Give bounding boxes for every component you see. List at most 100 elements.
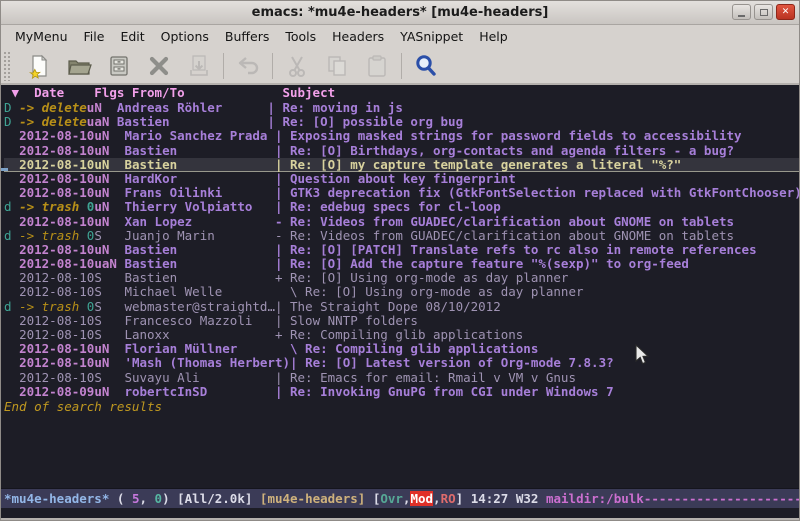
- from-cell: Bastien: [124, 157, 275, 172]
- menu-item-headers[interactable]: Headers: [324, 27, 392, 46]
- table-row[interactable]: d -> trash 0uN Thierry Volpiatto | Re: e…: [4, 200, 799, 214]
- from-cell: Frans Oilinki: [124, 185, 275, 200]
- table-row[interactable]: 2012-08-10uN Bastien | Re: [O] my captur…: [4, 158, 799, 172]
- menubar: MyMenuFileEditOptionsBuffersToolsHeaders…: [1, 25, 799, 48]
- table-row[interactable]: 2012-08-10uN Bastien | Re: [O] [PATCH] T…: [4, 243, 799, 257]
- cut-button[interactable]: [277, 51, 317, 81]
- table-row[interactable]: D -> deleteuN Andreas Röhler | Re: movin…: [4, 101, 799, 115]
- from-cell: webmaster@straightd…: [124, 299, 275, 314]
- mark-suffix: 0: [79, 228, 94, 243]
- from-cell: Bastien: [124, 242, 275, 257]
- menu-item-yasnippet[interactable]: YASnippet: [392, 27, 471, 46]
- copy-button[interactable]: [317, 51, 357, 81]
- subject-cell: | Exposing masked strings for password f…: [275, 128, 742, 143]
- date-cell: 2012-08-10: [19, 370, 94, 385]
- table-row[interactable]: 2012-08-10S Lanoxx + Re: Compiling glib …: [4, 328, 799, 342]
- table-row[interactable]: 2012-08-10uN Mario Sanchez Prada | Expos…: [4, 129, 799, 143]
- flags-cell: uN: [87, 100, 117, 115]
- menu-item-mymenu[interactable]: MyMenu: [7, 27, 76, 46]
- date-cell: 2012-08-09: [19, 384, 94, 399]
- flags-cell: uN: [94, 242, 124, 257]
- subject-cell: | Re: [O] Birthdays, org-contacts and ag…: [275, 143, 734, 158]
- titlebar[interactable]: emacs: *mu4e-headers* [mu4e-headers] ✕: [1, 1, 799, 25]
- minimize-icon: [738, 15, 745, 17]
- menu-item-options[interactable]: Options: [153, 27, 217, 46]
- table-row[interactable]: D -> deleteuaN Bastien | Re: [O] possibl…: [4, 115, 799, 129]
- table-row[interactable]: 2012-08-10S Francesco Mazzoli | Slow NNT…: [4, 314, 799, 328]
- menu-item-file[interactable]: File: [76, 27, 113, 46]
- close-file-button[interactable]: [139, 51, 179, 81]
- menu-item-tools[interactable]: Tools: [277, 27, 324, 46]
- modeline-window-id: W32: [516, 491, 539, 506]
- subject-cell: - Re: Videos from GUADEC/clarification a…: [275, 228, 734, 243]
- echo-area[interactable]: [1, 508, 799, 520]
- undo-button[interactable]: [228, 51, 268, 81]
- from-cell: Lanoxx: [124, 327, 275, 342]
- menu-item-edit[interactable]: Edit: [112, 27, 152, 46]
- toolbar-grip-handle[interactable]: [3, 51, 11, 81]
- mark-target-label: -> trash: [19, 199, 79, 214]
- mark-char: [4, 327, 19, 342]
- save-as-icon: [186, 53, 212, 79]
- flags-cell: uN: [94, 143, 124, 158]
- table-row[interactable]: 2012-08-10uN Bastien | Re: [O] Birthdays…: [4, 144, 799, 158]
- table-row[interactable]: 2012-08-10uN HardKor | Question about ke…: [4, 172, 799, 186]
- modeline[interactable]: *mu4e-headers* ( 5, 0) [All/2.0k] [mu4e-…: [1, 488, 799, 508]
- flags-cell: S: [94, 284, 124, 299]
- from-cell: Andreas Röhler: [117, 100, 268, 115]
- table-row[interactable]: 2012-08-10uN Florian Müllner \ Re: Compi…: [4, 342, 799, 356]
- table-row[interactable]: 2012-08-10S Bastien + Re: [O] Using org-…: [4, 271, 799, 285]
- save-as-button[interactable]: [179, 51, 219, 81]
- subject-cell: \ Re: [O] Using org-mode as day planner: [275, 284, 584, 299]
- column-headers[interactable]: ▼ Date Flgs From/To Subject: [4, 85, 799, 101]
- new-file-icon: [26, 53, 52, 79]
- search-button[interactable]: [406, 51, 446, 81]
- toolbar: [1, 48, 799, 85]
- flags-cell: uN: [94, 199, 124, 214]
- save-button[interactable]: [99, 51, 139, 81]
- table-row[interactable]: 2012-08-10uN 'Mash (Thomas Herbert)| Re:…: [4, 356, 799, 370]
- menu-item-help[interactable]: Help: [471, 27, 516, 46]
- subject-cell: | Re: [O] possible org bug: [267, 114, 463, 129]
- from-cell: Suvayu Ali: [124, 370, 275, 385]
- mark-target-label: -> trash: [19, 228, 79, 243]
- toolbar-separator: [272, 53, 273, 79]
- flags-cell: uN: [94, 157, 124, 172]
- flags-cell: S: [94, 299, 124, 314]
- from-cell: Thierry Volpiatto: [124, 199, 275, 214]
- flags-cell: uN: [94, 341, 124, 356]
- modeline-mark-count: 0: [155, 491, 163, 506]
- table-row[interactable]: 2012-08-10S Michael Welle \ Re: [O] Usin…: [4, 285, 799, 299]
- modeline-text: (: [109, 491, 132, 506]
- subject-cell: | Re: [O] my capture template generates …: [275, 157, 681, 172]
- modeline-overwrite-indicator: Ovr: [380, 491, 403, 506]
- search-icon: [413, 53, 439, 79]
- date-cell: 2012-08-10: [19, 157, 94, 172]
- paste-button[interactable]: [357, 51, 397, 81]
- toolbar-separator: [401, 53, 402, 79]
- date-cell: -> trash 0: [19, 199, 94, 214]
- table-row[interactable]: d -> trash 0S webmaster@straightd…| The …: [4, 300, 799, 314]
- subject-cell: | Re: [O] Latest version of Org-mode 7.8…: [290, 355, 614, 370]
- table-row[interactable]: 2012-08-10uN Xan Lopez - Re: Videos from…: [4, 215, 799, 229]
- menu-item-buffers[interactable]: Buffers: [217, 27, 277, 46]
- open-folder-button[interactable]: [59, 51, 99, 81]
- flags-cell: uN: [94, 355, 124, 370]
- modeline-maildir: maildir:/bulk: [546, 491, 644, 506]
- minimize-button[interactable]: [732, 4, 751, 20]
- table-row[interactable]: 2012-08-10S Suvayu Ali | Re: Emacs for e…: [4, 371, 799, 385]
- emacs-window: emacs: *mu4e-headers* [mu4e-headers] ✕ M…: [0, 0, 800, 521]
- table-row[interactable]: 2012-08-09uN robertcInSD | Re: Invoking …: [4, 385, 799, 399]
- close-button[interactable]: ✕: [776, 4, 795, 20]
- copy-icon: [324, 53, 350, 79]
- maximize-button[interactable]: [754, 4, 773, 20]
- subject-cell: - Re: Videos from GUADEC/clarification a…: [275, 214, 734, 229]
- new-file-button[interactable]: [19, 51, 59, 81]
- mark-suffix: 0: [79, 199, 94, 214]
- table-row[interactable]: d -> trash 0S Juanjo Marin - Re: Videos …: [4, 229, 799, 243]
- from-cell: Michael Welle: [124, 284, 275, 299]
- mark-char: [4, 284, 19, 299]
- table-row[interactable]: 2012-08-10uaN Bastien | Re: [O] Add the …: [4, 257, 799, 271]
- modeline-text: ,: [433, 491, 441, 506]
- table-row[interactable]: 2012-08-10uN Frans Oilinki | GTK3 deprec…: [4, 186, 799, 200]
